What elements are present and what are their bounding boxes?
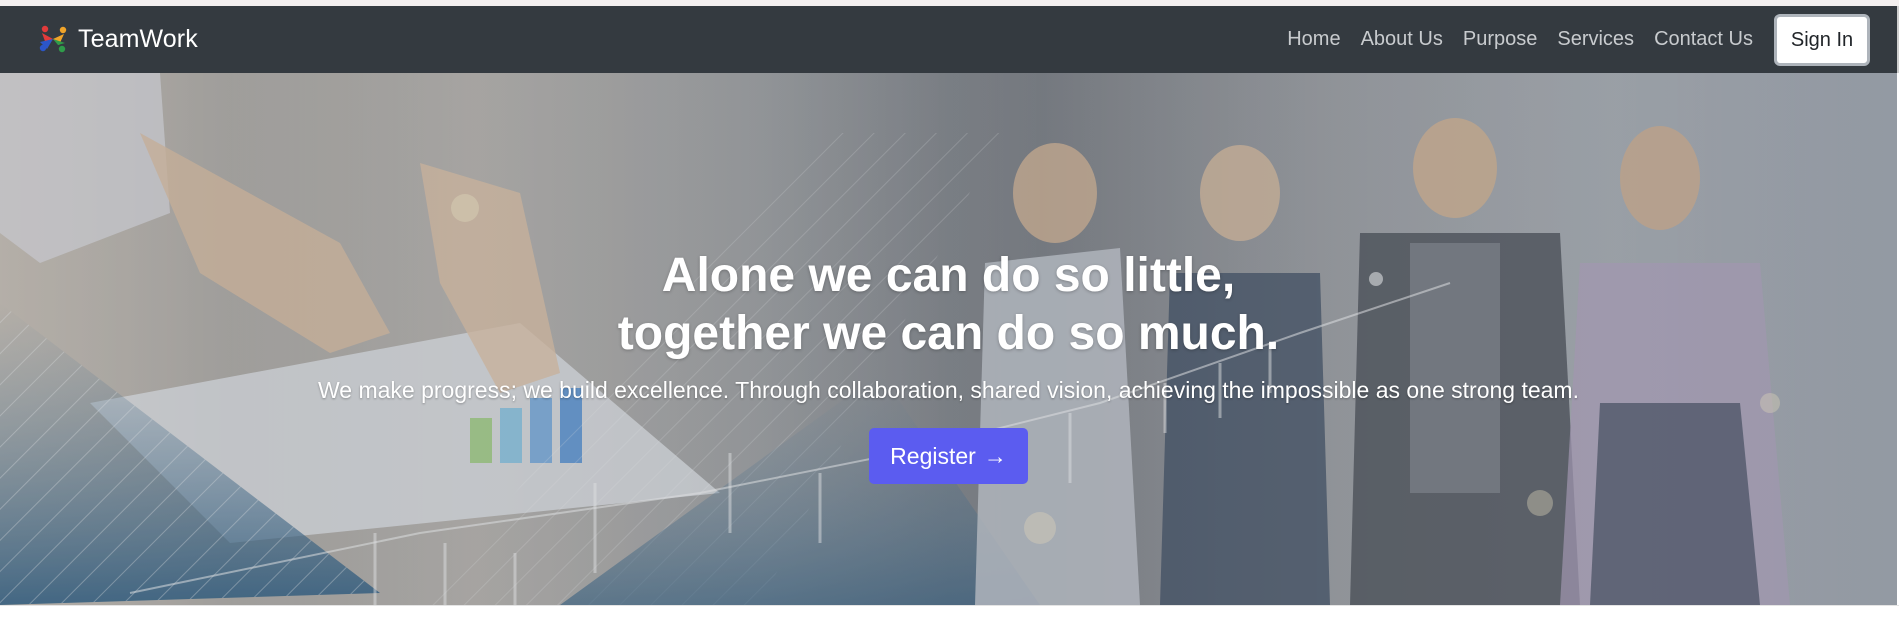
nav-link-purpose[interactable]: Purpose	[1463, 28, 1538, 51]
brand[interactable]: TeamWork	[36, 22, 198, 56]
brand-name: TeamWork	[78, 24, 198, 53]
teamwork-people-logo-icon	[39, 25, 67, 53]
hero-title-line-2: together we can do so much.	[617, 307, 1280, 360]
register-button-label: Register	[890, 442, 976, 469]
nav-link-home[interactable]: Home	[1287, 28, 1340, 51]
hero-section: Alone we can do so little, together we c…	[0, 73, 1897, 605]
hero-subtitle: We make progress; we build excellence. T…	[317, 377, 1579, 403]
hero-content: Alone we can do so little, together we c…	[0, 73, 1897, 605]
nav-link-services[interactable]: Services	[1557, 28, 1634, 51]
hero-title: Alone we can do so little, together we c…	[0, 247, 1897, 363]
register-button[interactable]: Register →	[869, 428, 1028, 484]
sign-in-button[interactable]: Sign In	[1774, 14, 1870, 66]
nav-link-contact-us[interactable]: Contact Us	[1654, 28, 1753, 51]
top-navbar: TeamWork Home About Us Purpose Services …	[0, 6, 1899, 73]
nav-link-about-us[interactable]: About Us	[1361, 28, 1443, 51]
nav-links: Home About Us Purpose Services Contact U…	[1287, 6, 1753, 73]
hero-title-line-1: Alone we can do so little,	[661, 249, 1236, 302]
arrow-right-icon: →	[983, 442, 1007, 469]
page-below-hero	[0, 605, 1899, 625]
